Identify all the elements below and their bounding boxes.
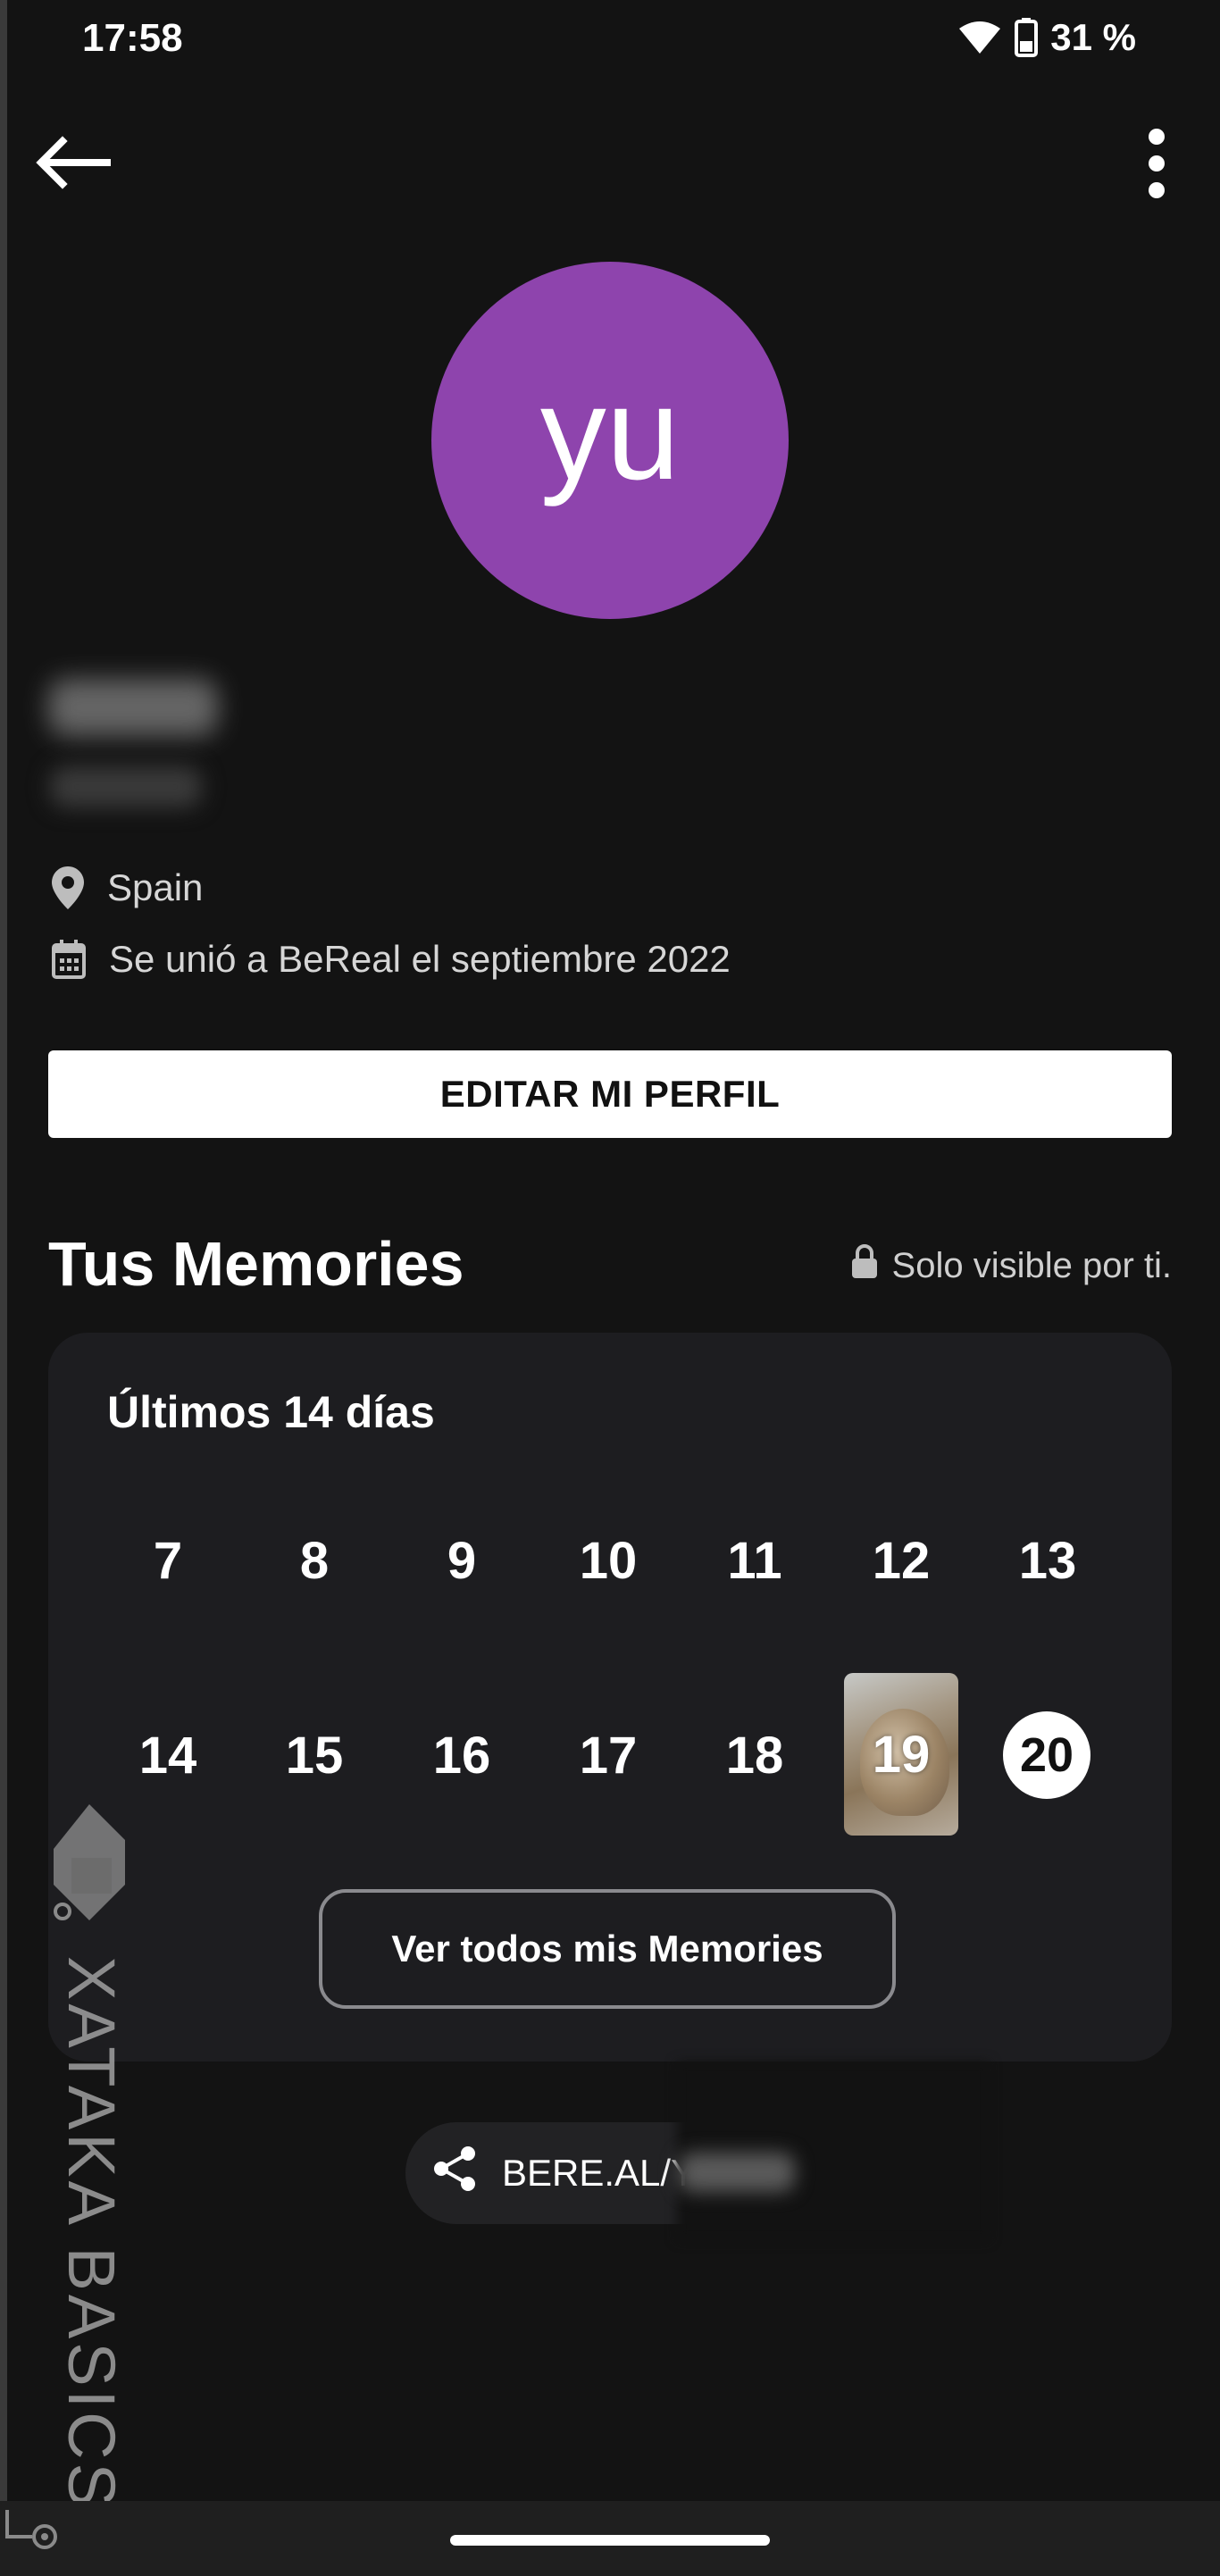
today-day-cell[interactable]: 20: [1003, 1711, 1090, 1799]
watermark-text: XATAKA BASICS: [54, 1956, 129, 2511]
day-cell[interactable]: 8: [261, 1520, 368, 1601]
avatar-initials: yu: [539, 360, 681, 507]
share-link-text: BERE.AL/Y: [502, 2152, 697, 2194]
profile-username-redacted: [50, 766, 202, 807]
day-cell[interactable]: 14: [114, 1715, 221, 1795]
memories-period-title: Últimos 14 días: [107, 1387, 435, 1437]
day-cell[interactable]: 11: [701, 1520, 808, 1601]
memories-title: Tus Memories: [48, 1229, 464, 1299]
memory-photo-day[interactable]: 19: [844, 1673, 958, 1836]
location-text: Spain: [107, 866, 204, 908]
day-cell[interactable]: 17: [555, 1715, 662, 1795]
day-cell[interactable]: 16: [408, 1715, 515, 1795]
frame-edge: [0, 0, 7, 2576]
wifi-icon: [957, 20, 1002, 55]
xataka-logo-icon: [45, 1804, 134, 1920]
joined-row: Se unió a BeReal el septiembre 2022: [52, 938, 731, 981]
day-cell[interactable]: 9: [408, 1520, 515, 1601]
back-button[interactable]: [32, 132, 113, 197]
redacted-link-suffix: [679, 2153, 795, 2192]
profile-screen: 17:58 31 % yu Spain Se unió a BeReal el …: [0, 0, 1220, 2576]
profile-name-redacted: [48, 679, 218, 736]
see-all-memories-button[interactable]: Ver todos mis Memories: [319, 1889, 896, 2009]
status-time: 17:58: [82, 16, 183, 60]
corner-marker-icon: [5, 2510, 59, 2555]
visibility-note: Solo visible por ti.: [851, 1243, 1172, 1288]
calendar-icon: [52, 940, 86, 979]
day-cell[interactable]: 18: [701, 1715, 808, 1795]
edit-profile-button[interactable]: EDITAR MI PERFIL: [48, 1050, 1172, 1138]
arrow-left-icon: [34, 135, 111, 194]
status-indicators: 31 %: [957, 16, 1136, 59]
more-vertical-icon: [1146, 128, 1167, 204]
day-cell[interactable]: 15: [261, 1715, 368, 1795]
location-pin-icon: [52, 866, 84, 909]
day-cell[interactable]: 7: [114, 1520, 221, 1601]
day-cell[interactable]: 10: [555, 1520, 662, 1601]
redaction-block: [677, 2062, 990, 2240]
battery-icon: [1015, 18, 1039, 57]
avatar[interactable]: yu: [431, 262, 789, 619]
more-options-button[interactable]: [1125, 125, 1188, 205]
status-bar: 17:58 31 %: [0, 0, 1220, 86]
memory-day-number: 19: [872, 1725, 931, 1784]
day-cell[interactable]: 12: [848, 1520, 955, 1601]
visibility-text: Solo visible por ti.: [891, 1245, 1172, 1285]
battery-percent: 31 %: [1050, 16, 1136, 58]
lock-icon: [851, 1243, 878, 1288]
joined-text: Se unió a BeReal el septiembre 2022: [109, 938, 731, 980]
day-cell[interactable]: 13: [994, 1520, 1101, 1601]
share-icon: [432, 2145, 477, 2201]
home-gesture-handle[interactable]: [450, 2535, 770, 2546]
location-row: Spain: [52, 866, 203, 909]
memories-card: Últimos 14 días 7 8 9 10 11 12 13 14 15 …: [48, 1333, 1172, 2062]
